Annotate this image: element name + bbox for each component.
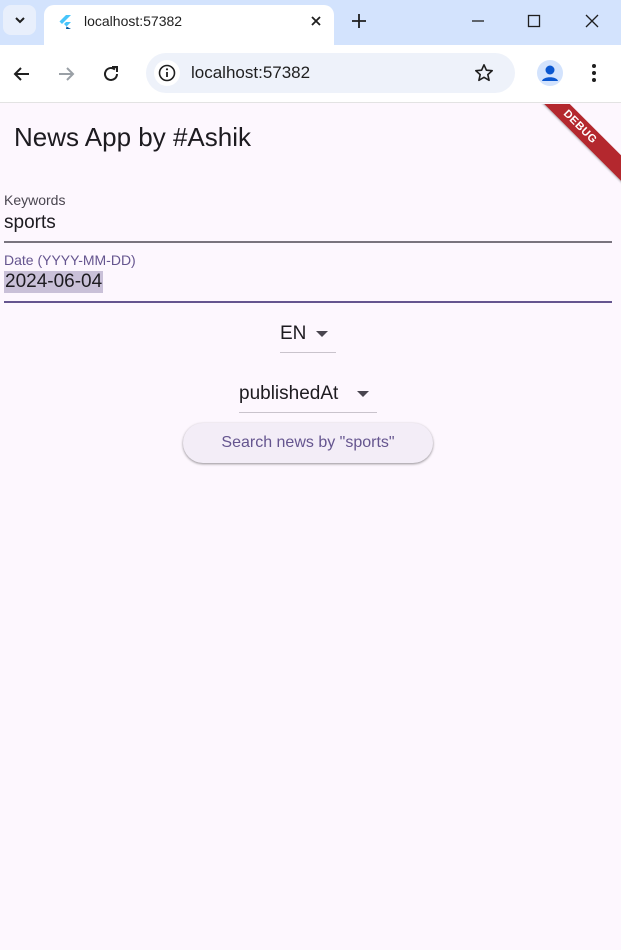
page-title: News App by #Ashik <box>14 122 252 152</box>
date-input[interactable]: 2024-06-04 <box>4 271 104 293</box>
debug-banner-label: DEBUG <box>560 107 600 147</box>
keywords-underline <box>4 241 612 243</box>
maximize-icon <box>527 14 541 28</box>
search-news-button-label: Search news by "sports" <box>221 434 395 451</box>
date-underline <box>4 301 612 303</box>
reload-icon <box>104 66 118 81</box>
minimize-icon <box>472 20 484 22</box>
app-viewport: News App by #Ashik DEBUG Keywords sports… <box>0 104 621 950</box>
arrow-left-icon <box>13 67 29 81</box>
profile-avatar[interactable] <box>537 60 563 86</box>
more-vertical-icon <box>592 64 596 82</box>
star-icon <box>475 64 493 82</box>
url-text[interactable]: localhost:57382 <box>191 63 310 83</box>
browser-tab[interactable]: localhost:57382 <box>44 5 334 45</box>
language-selected: EN <box>280 323 307 344</box>
dropdown-arrow-icon <box>316 331 328 337</box>
person-icon <box>542 65 558 81</box>
minimize-button[interactable] <box>465 8 491 34</box>
flutter-icon <box>59 15 71 29</box>
date-label: Date (YYYY-MM-DD) <box>4 252 136 268</box>
dropdown-arrow-icon <box>357 391 369 397</box>
info-icon <box>158 64 176 82</box>
address-bar[interactable]: localhost:57382 <box>146 53 515 93</box>
tab-strip: localhost:57382 <box>0 0 621 45</box>
browser-menu-button[interactable] <box>582 60 606 86</box>
site-info-button[interactable] <box>154 60 180 86</box>
tab-title: localhost:57382 <box>84 13 183 29</box>
forward-button[interactable] <box>51 59 81 89</box>
search-news-button[interactable]: Search news by "sports" <box>183 423 433 463</box>
plus-icon <box>352 14 366 28</box>
keywords-input[interactable]: sports <box>4 212 56 234</box>
arrow-right-icon <box>59 67 75 81</box>
bookmark-button[interactable] <box>472 61 496 85</box>
back-button[interactable] <box>7 59 37 89</box>
tab-close-button[interactable] <box>306 11 326 31</box>
reload-button[interactable] <box>96 59 126 89</box>
new-tab-button[interactable] <box>347 9 371 33</box>
close-icon <box>311 16 321 26</box>
close-icon <box>585 14 599 28</box>
sort-by-selected: publishedAt <box>239 383 339 404</box>
close-window-button[interactable] <box>579 8 605 34</box>
keywords-field[interactable]: Keywords sports <box>4 190 612 244</box>
date-field[interactable]: Date (YYYY-MM-DD) 2024-06-04 <box>4 250 612 304</box>
maximize-button[interactable] <box>521 8 547 34</box>
browser-toolbar: localhost:57382 <box>0 45 621 103</box>
debug-banner: DEBUG <box>520 104 621 187</box>
chevron-down-icon <box>14 17 25 24</box>
sort-by-dropdown[interactable]: publishedAt <box>239 376 377 413</box>
tab-search-button[interactable] <box>3 5 36 35</box>
language-dropdown[interactable]: EN <box>280 316 336 353</box>
keywords-label: Keywords <box>4 192 66 208</box>
